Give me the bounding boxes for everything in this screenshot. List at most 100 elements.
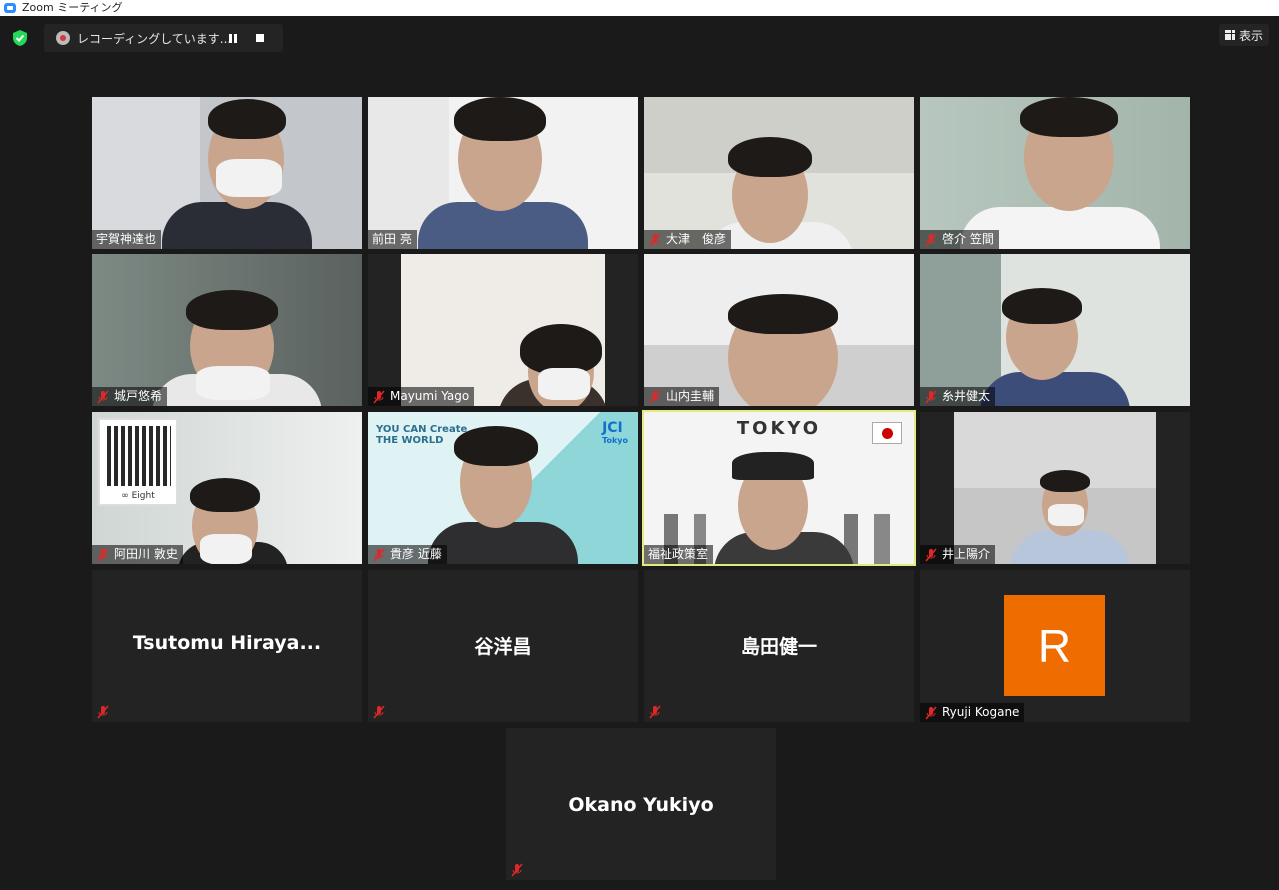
view-button[interactable]: 表示 [1218, 24, 1269, 46]
participant-display-name: Tsutomu Hiraya... [132, 632, 322, 654]
face-mask [1048, 504, 1084, 526]
face-mask [196, 366, 270, 400]
participant-tile[interactable]: 前田 亮 [368, 97, 638, 249]
participant-tile[interactable]: 島田健一 [644, 570, 914, 722]
participant-tile[interactable]: ∞ Eight 阿田川 敦史 [92, 412, 362, 564]
face-mask [200, 534, 252, 564]
avatar: R [1004, 595, 1105, 696]
participant-tile[interactable]: 谷洋昌 [368, 570, 638, 722]
participant-tile[interactable]: 山内圭輔 [644, 254, 914, 406]
participant-name-tag: 糸井健太 [920, 387, 996, 406]
window-title: Zoom ミーティング [22, 1, 123, 14]
person-hair [520, 324, 602, 374]
mic-muted-icon [925, 548, 937, 561]
mic-muted-icon [97, 390, 109, 403]
recording-indicator: レコーディングしています... [44, 24, 283, 52]
person-hair [1002, 288, 1082, 324]
participant-name: 糸井健太 [942, 389, 991, 403]
person-hair [728, 294, 838, 334]
mic-muted-icon [97, 705, 109, 719]
mic-muted-icon [925, 706, 937, 719]
face-mask [216, 159, 282, 197]
mic-muted-icon [97, 548, 109, 561]
qr-caption: ∞ Eight [121, 491, 155, 501]
person-hair [186, 290, 278, 330]
person-body [162, 202, 312, 249]
participant-tile[interactable]: 宇賀神達也 [92, 97, 362, 249]
participant-tile[interactable]: Okano Yukiyo [506, 728, 776, 880]
person-hair [1020, 97, 1118, 137]
recording-status-text: レコーディングしています... [77, 31, 232, 46]
participant-name-tag: 貴彦 近藤 [368, 545, 447, 564]
participant-name: 宇賀神達也 [96, 232, 157, 246]
participant-name-tag: 山内圭輔 [644, 387, 720, 406]
person-body [428, 522, 578, 564]
mic-muted-icon [649, 233, 661, 246]
person-hair [1040, 470, 1090, 492]
participant-tile[interactable]: 啓介 笠間 [920, 97, 1190, 249]
participant-display-name: 谷洋昌 [474, 636, 532, 658]
participant-name: Mayumi Yago [390, 389, 470, 403]
security-shield-icon[interactable] [11, 29, 29, 47]
stop-recording-button[interactable] [249, 27, 271, 49]
participant-name-tag: 前田 亮 [368, 230, 417, 249]
participant-name-tag: Mayumi Yago [368, 387, 475, 406]
participant-name-tag: 福祉政策室 [644, 545, 714, 564]
participant-name: 山内圭輔 [666, 389, 715, 403]
view-button-label: 表示 [1238, 28, 1263, 43]
participant-name: 城戸悠希 [114, 389, 163, 403]
participant-tile[interactable]: 井上陽介 [920, 412, 1190, 564]
participant-name-tag: 宇賀神達也 [92, 230, 162, 249]
stop-icon [256, 34, 264, 42]
person-hair [728, 137, 812, 177]
participant-name-tag: 阿田川 敦史 [92, 545, 183, 564]
participant-name-tag: Ryuji Kogane [920, 703, 1025, 722]
participant-name: 井上陽介 [942, 547, 991, 561]
mic-muted-icon [373, 390, 385, 403]
mic-muted-icon [373, 548, 385, 561]
qr-code-card: ∞ Eight [98, 418, 178, 506]
jci-logo-text: JCI [602, 420, 623, 436]
participant-name: 阿田川 敦史 [114, 547, 178, 561]
jci-logo-sub: Tokyo [602, 436, 628, 445]
participant-tile[interactable]: 大津 俊彦 [644, 97, 914, 249]
participant-display-name: 島田健一 [740, 636, 817, 658]
window-titlebar: Zoom ミーティング [0, 0, 1279, 16]
pause-icon [229, 33, 237, 43]
face-mask [538, 368, 590, 400]
japan-flag-icon [872, 422, 902, 444]
participant-name: 大津 俊彦 [666, 232, 727, 246]
participant-name: 福祉政策室 [648, 547, 709, 561]
participant-tile[interactable]: 城戸悠希 [92, 254, 362, 406]
participant-tile[interactable]: R Ryuji Kogane [920, 570, 1190, 722]
jci-slogan-line1: YOU CAN Create [376, 424, 468, 435]
participant-tile-active-speaker[interactable]: TOKYO 福祉政策室 [642, 410, 916, 566]
mic-muted-icon [373, 705, 385, 719]
zoom-app-icon [4, 3, 16, 13]
participant-display-name: Okano Yukiyo [568, 794, 714, 816]
participant-name: 啓介 笠間 [942, 232, 994, 246]
mic-muted-icon [925, 390, 937, 403]
pause-recording-button[interactable] [222, 27, 244, 49]
participant-name: 前田 亮 [372, 232, 412, 246]
jci-logo: JCI Tokyo [602, 420, 628, 445]
mic-muted-icon [925, 233, 937, 246]
qr-code-image [107, 426, 171, 486]
participant-tile[interactable]: Mayumi Yago [368, 254, 638, 406]
recording-dot-icon [56, 31, 70, 45]
participant-tile[interactable]: 糸井健太 [920, 254, 1190, 406]
person-hair [454, 97, 546, 141]
participant-tile[interactable]: Tsutomu Hiraya... [92, 570, 362, 722]
participant-tile[interactable]: YOU CAN Create THE WORLD JCI Tokyo 貴彦 近藤 [368, 412, 638, 564]
mic-muted-icon [649, 705, 661, 719]
participant-name-tag: 井上陽介 [920, 545, 996, 564]
participant-name: Ryuji Kogane [942, 705, 1020, 719]
participant-name-tag: 城戸悠希 [92, 387, 168, 406]
person-hair [190, 478, 260, 512]
mic-muted-icon [649, 390, 661, 403]
participant-name-tag: 啓介 笠間 [920, 230, 999, 249]
meeting-stage: レコーディングしています... 表示 宇賀神達也 前田 亮 大津 俊彦 啓介 笠… [0, 16, 1279, 890]
person-cap [732, 452, 814, 480]
grid-view-icon [1224, 30, 1235, 40]
mic-muted-icon [511, 863, 523, 877]
